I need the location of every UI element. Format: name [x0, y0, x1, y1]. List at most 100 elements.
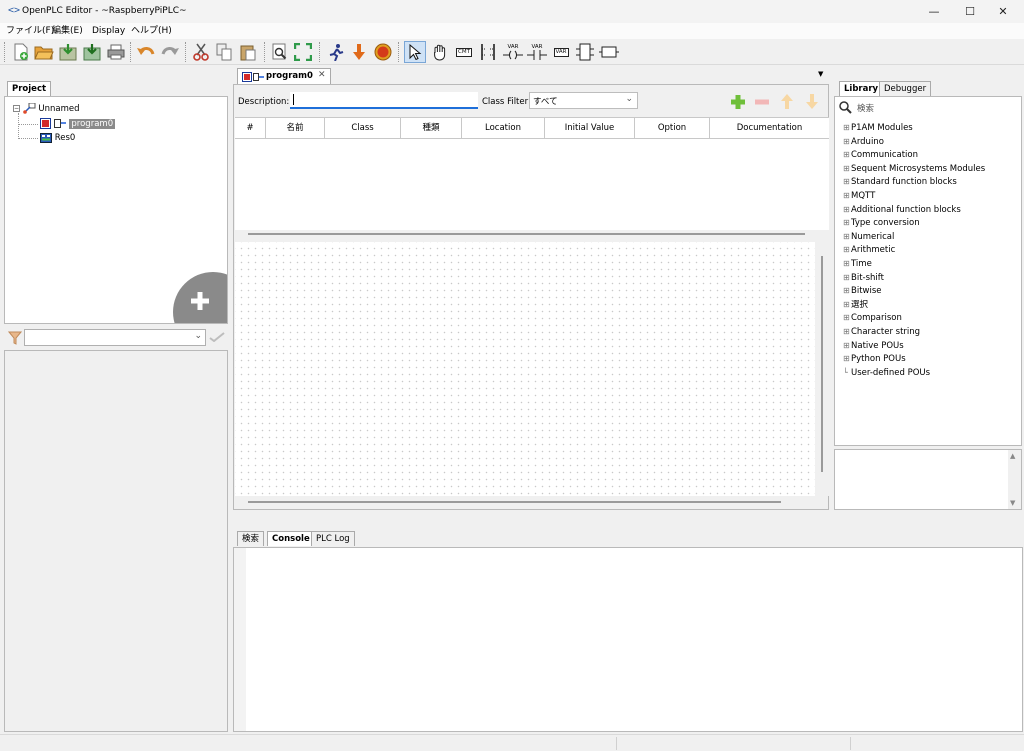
add-element-button[interactable]: [173, 272, 227, 323]
library-item[interactable]: ⊞Sequent Microsystems Modules: [843, 162, 985, 177]
library-item[interactable]: ⊞P1AM Modules: [843, 121, 913, 136]
library-search-input[interactable]: 検索: [855, 99, 1019, 116]
close-window-button[interactable]: ✕: [980, 0, 1024, 23]
toolbar: CMT VAR VAR VAR FB DC: [0, 39, 1024, 94]
library-item[interactable]: ⊞MQTT: [843, 189, 875, 204]
class-filter-select[interactable]: すべて ⌄: [529, 92, 638, 109]
paste-icon[interactable]: [237, 41, 259, 63]
hand-pan-icon[interactable]: [429, 41, 451, 63]
print-icon[interactable]: [105, 41, 127, 63]
add-row-icon[interactable]: [730, 94, 746, 110]
scroll-down-icon[interactable]: ▼: [1010, 499, 1015, 507]
menu-edit[interactable]: 編集(E): [52, 25, 83, 37]
menu-help[interactable]: ヘルプ(H): [131, 25, 172, 37]
coil-icon[interactable]: VAR: [502, 41, 524, 63]
library-item[interactable]: ⊞Communication: [843, 148, 918, 163]
dc-block-icon[interactable]: [598, 41, 620, 63]
close-tab-icon[interactable]: ✕: [318, 70, 326, 80]
stop-icon[interactable]: [372, 41, 394, 63]
open-folder-icon[interactable]: [33, 41, 55, 63]
library-item[interactable]: ⊞Numerical: [843, 230, 894, 245]
library-item[interactable]: ⊞Native POUs: [843, 339, 904, 354]
library-item[interactable]: ⊞Standard function blocks: [843, 175, 957, 190]
redo-icon[interactable]: [159, 41, 181, 63]
description-vertical-scrollbar[interactable]: ▲ ▼: [1008, 450, 1021, 509]
save-icon[interactable]: [57, 41, 79, 63]
undo-icon[interactable]: [135, 41, 157, 63]
menu-display[interactable]: Display: [92, 25, 125, 37]
fullscreen-icon[interactable]: [292, 41, 314, 63]
collapse-icon[interactable]: −: [13, 105, 20, 112]
library-item[interactable]: ⊞Arduino: [843, 135, 884, 150]
tab-search[interactable]: 検索: [237, 531, 265, 546]
power-rail-icon[interactable]: [477, 41, 499, 63]
run-icon[interactable]: [325, 41, 347, 63]
column-header-option[interactable]: Option: [635, 118, 710, 139]
tab-console[interactable]: Console: [267, 531, 315, 546]
library-item[interactable]: ⊞Type conversion: [843, 216, 920, 231]
tree-node-program0[interactable]: program0: [40, 118, 116, 130]
column-header-class[interactable]: Class: [325, 118, 401, 139]
scrollbar-thumb[interactable]: [821, 256, 823, 472]
tab-project[interactable]: Project: [7, 81, 52, 96]
menu-file[interactable]: ファイル(F): [6, 25, 54, 37]
tree-node-project[interactable]: − Unnamed: [13, 102, 80, 115]
ladder-canvas[interactable]: [235, 242, 815, 496]
cut-icon[interactable]: [190, 41, 212, 63]
column-header-initial-value[interactable]: Initial Value: [545, 118, 635, 139]
comment-icon[interactable]: CMT: [453, 41, 475, 63]
scrollbar-thumb[interactable]: [248, 501, 781, 503]
tab-list-dropdown-icon[interactable]: ▼: [818, 70, 823, 78]
pou-icon: [40, 118, 51, 129]
library-item[interactable]: ⊞Time: [843, 257, 872, 272]
find-icon[interactable]: [269, 41, 291, 63]
column-header-name[interactable]: 名前: [266, 118, 325, 139]
table-horizontal-scrollbar[interactable]: [235, 230, 829, 242]
toolbar-separator: [130, 42, 131, 62]
pou-type-select[interactable]: ⌄: [24, 329, 206, 346]
transfer-down-icon[interactable]: [348, 41, 370, 63]
column-header-type[interactable]: 種類: [401, 118, 462, 139]
save-as-icon[interactable]: [81, 41, 103, 63]
column-header-index[interactable]: #: [235, 118, 266, 139]
scrollbar-thumb[interactable]: [248, 233, 805, 235]
description-input[interactable]: [290, 92, 478, 109]
tab-plc-log[interactable]: PLC Log: [311, 531, 355, 546]
tab-debugger[interactable]: Debugger: [879, 81, 932, 96]
library-tree: ⊞P1AM Modules ⊞Arduino ⊞Communication ⊞S…: [835, 121, 1021, 445]
class-filter-label: Class Filter:: [482, 97, 531, 107]
toolbar-grip: [4, 42, 5, 62]
library-item[interactable]: └ User-defined POUs: [843, 366, 930, 381]
tree-node-res0[interactable]: Res0: [40, 132, 75, 144]
tab-program0-label: program0: [266, 71, 313, 81]
library-item[interactable]: ⊞選択: [843, 298, 868, 313]
library-item[interactable]: ⊞Comparison: [843, 311, 902, 326]
contact-icon[interactable]: VAR: [526, 41, 548, 63]
select-pointer-icon[interactable]: [404, 41, 426, 63]
move-down-icon[interactable]: [805, 93, 819, 110]
scroll-up-icon[interactable]: ▲: [1010, 452, 1015, 460]
variable-label: VAR: [553, 47, 569, 57]
remove-row-icon[interactable]: [754, 94, 770, 110]
library-item[interactable]: ⊞Bit-shift: [843, 271, 884, 286]
tab-library[interactable]: Library: [839, 81, 884, 96]
apply-check-icon[interactable]: [209, 332, 225, 342]
move-up-icon[interactable]: [780, 93, 794, 110]
canvas-horizontal-scrollbar[interactable]: [235, 496, 815, 509]
ladder-icon: [253, 73, 264, 81]
library-item[interactable]: ⊞Bitwise: [843, 284, 882, 299]
library-item[interactable]: ⊞Python POUs: [843, 352, 906, 367]
column-header-documentation[interactable]: Documentation: [710, 118, 829, 139]
column-header-location[interactable]: Location: [462, 118, 545, 139]
new-file-icon[interactable]: [10, 41, 32, 63]
funnel-icon[interactable]: [8, 331, 22, 345]
tab-program0[interactable]: program0 ✕: [237, 68, 331, 85]
copy-icon[interactable]: [213, 41, 235, 63]
variable-block-icon[interactable]: VAR: [550, 41, 572, 63]
library-item[interactable]: ⊞Arithmetic: [843, 243, 895, 258]
library-item[interactable]: ⊞Additional function blocks: [843, 203, 961, 218]
library-item[interactable]: ⊞Character string: [843, 325, 920, 340]
canvas-vertical-scrollbar[interactable]: [815, 242, 829, 496]
console-output[interactable]: [233, 547, 1023, 732]
function-block-icon[interactable]: [574, 41, 596, 63]
